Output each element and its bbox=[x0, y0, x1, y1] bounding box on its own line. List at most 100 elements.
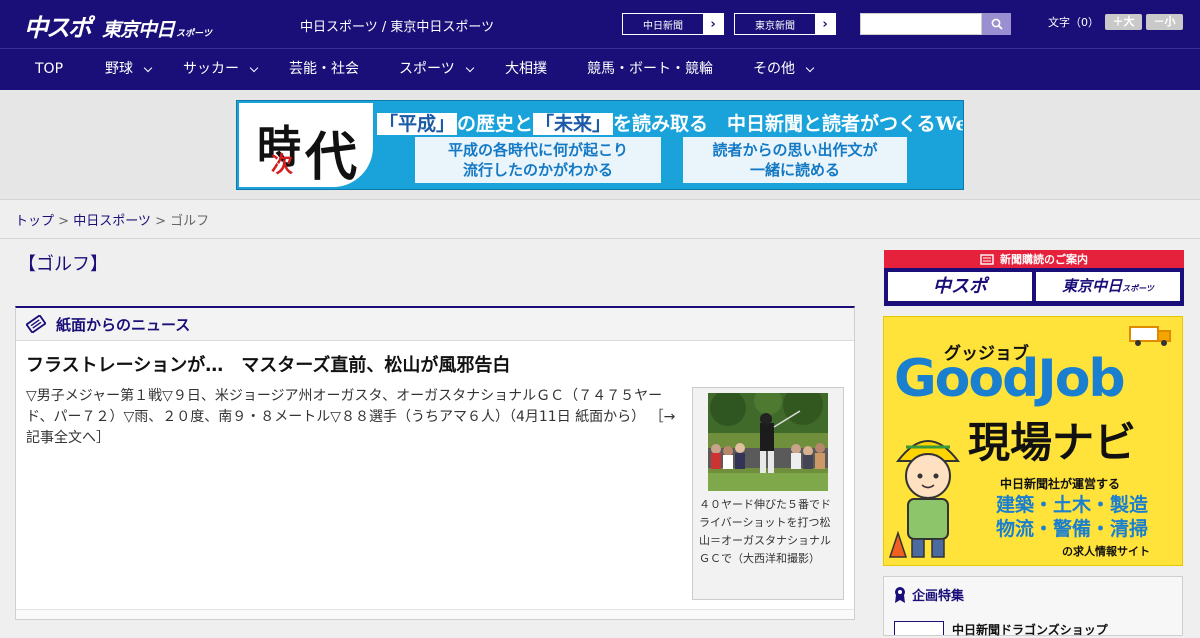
nav-label: 競馬・ボート・競輪 bbox=[587, 61, 713, 77]
goodjob-title: GoodJob bbox=[894, 349, 1126, 409]
nav-label: TOP bbox=[35, 61, 64, 77]
goodjob-categories: 建築・土木・製造 物流・警備・清掃 bbox=[996, 493, 1148, 541]
chunichi-shimbun-button[interactable]: 中日新聞 › bbox=[622, 13, 724, 35]
chevron-down-icon bbox=[143, 63, 153, 72]
photo-caption: ４０ヤード伸びた５番でドライバーショットを打つ松山＝オーガスタナショナルＧＣで（… bbox=[699, 498, 831, 565]
subscription-header: 新聞購読のご案内 bbox=[884, 250, 1184, 268]
logo-tokyo-chunichi: 東京中日 bbox=[102, 19, 175, 41]
jidai-logo: 時 次 代 bbox=[239, 103, 373, 188]
article-title-link[interactable]: フラストレーションが… マスターズ直前、松山が風邪告白 bbox=[26, 351, 510, 377]
nav-item-sumo[interactable]: 大相撲 bbox=[505, 49, 547, 90]
banner-headline: 「平成」の歴史と「未来」を読み取る 中日新聞と読者がつくるWebサイト bbox=[377, 109, 963, 136]
chevron-right-icon: › bbox=[703, 14, 723, 34]
news-panel: 紙面からのニュース フラストレーションが… マスターズ直前、松山が風邪告白 ▽男… bbox=[15, 306, 855, 620]
search-button[interactable] bbox=[982, 13, 1011, 35]
search-icon bbox=[991, 18, 1003, 30]
banner-highlight-mirai: 「未来」 bbox=[533, 113, 614, 135]
nav-item-other[interactable]: その他 bbox=[753, 49, 815, 90]
goodjob-note: 中日新聞社が運営する bbox=[1000, 477, 1121, 491]
jidai-logo-tsugi: 次 bbox=[271, 152, 294, 178]
tokyo-shimbun-button[interactable]: 東京新聞 › bbox=[734, 13, 836, 35]
news-panel-title: 紙面からのニュース bbox=[56, 315, 191, 334]
newspaper-icon bbox=[980, 253, 994, 265]
article-photo[interactable] bbox=[708, 393, 828, 491]
breadcrumb-section-link[interactable]: 中日スポーツ bbox=[73, 214, 151, 229]
logo-tokyo-small: スポーツ bbox=[176, 29, 212, 39]
banner-highlight-heisei: 「平成」 bbox=[377, 113, 458, 135]
features-header: 企画特集 bbox=[894, 585, 964, 604]
nav-item-soccer[interactable]: サッカー bbox=[183, 49, 259, 90]
subscribe-tokyo-chunichi-button[interactable]: 東京中日スポーツ bbox=[1036, 272, 1180, 301]
font-size-control: 文字（0） ＋大 －小 bbox=[1048, 14, 1183, 30]
banner-zone: 時 次 代 「平成」の歴史と「未来」を読み取る 中日新聞と読者がつくるWebサイ… bbox=[0, 90, 1200, 200]
logo-chuspo: 中スポ bbox=[24, 14, 92, 42]
feature-thumbnail bbox=[894, 621, 944, 635]
article-photo-box: ４０ヤード伸びた５番でドライバーショットを打つ松山＝オーガスタナショナルＧＣで（… bbox=[692, 387, 844, 600]
features-box: 企画特集 中日新聞ドラゴンズショップ bbox=[883, 576, 1183, 637]
tokyo-shimbun-label: 東京新聞 bbox=[755, 20, 795, 32]
golfer-photo-image bbox=[708, 393, 828, 491]
news-panel-header: 紙面からのニュース bbox=[16, 308, 854, 341]
site-links[interactable]: 中日スポーツ / 東京中日スポーツ bbox=[300, 16, 494, 35]
news-panel-footer bbox=[16, 609, 854, 619]
subscribe-tokyo-small-label: スポーツ bbox=[1122, 284, 1154, 293]
jidai-logo-dai: 代 bbox=[305, 127, 358, 188]
chevron-down-icon bbox=[805, 63, 815, 72]
nav-item-top[interactable]: TOP bbox=[35, 49, 63, 90]
nav-item-entertainment[interactable]: 芸能・社会 bbox=[289, 49, 359, 90]
truck-icon bbox=[1129, 326, 1171, 346]
breadcrumb-separator: > bbox=[150, 214, 171, 229]
construction-worker-icon bbox=[888, 440, 961, 558]
breadcrumb-divider bbox=[0, 238, 1200, 239]
banner-headline-text1: の歴史と bbox=[457, 113, 534, 135]
subscribe-chuspo-button[interactable]: 中スポ bbox=[888, 272, 1032, 301]
goodjob-subtitle: 現場ナビ bbox=[968, 418, 1137, 467]
nav-label: サッカー bbox=[183, 61, 239, 77]
subscription-title: 新聞購読のご案内 bbox=[1000, 253, 1088, 266]
nav-label: 野球 bbox=[105, 61, 133, 77]
search-input[interactable] bbox=[860, 13, 982, 35]
goodjob-categories-line: 物流・警備・清掃 bbox=[996, 518, 1149, 540]
main-nav: TOP 野球 サッカー 芸能・社会 スポーツ 大相撲 競馬・ボート・競輪 その他 bbox=[0, 48, 1200, 90]
nav-label: スポーツ bbox=[399, 61, 455, 77]
goodjob-categories-line: 建築・土木・製造 bbox=[996, 494, 1149, 516]
subscribe-tokyo-label: 東京中日 bbox=[1062, 277, 1123, 295]
nav-label: 大相撲 bbox=[505, 61, 547, 77]
chunichi-shimbun-label: 中日新聞 bbox=[643, 20, 683, 32]
features-title: 企画特集 bbox=[912, 589, 965, 604]
chevron-down-icon bbox=[465, 63, 474, 72]
nav-item-racing[interactable]: 競馬・ボート・競輪 bbox=[587, 49, 713, 90]
article-summary: ▽男子メジャー第１戦▽９日、米ジョージア州オーガスタ、オーガスタナショナルＧＣ（… bbox=[26, 386, 676, 449]
goodjob-ad[interactable]: グッジョブ GoodJob 現場ナビ 中日新聞社が運営する 建築・土木・製造 物… bbox=[883, 316, 1183, 566]
banner-box-memories: 読者からの思い出作文が 一緒に読める bbox=[683, 137, 907, 183]
font-size-label: 文字（0） bbox=[1048, 16, 1099, 29]
site-logo[interactable]: 中スポ 東京中日 スポーツ bbox=[24, 8, 212, 43]
banner-box-history: 平成の各時代に何が起こり 流行したのかがわかる bbox=[415, 137, 661, 183]
breadcrumb-separator: > bbox=[54, 214, 74, 229]
breadcrumb: トップ > 中日スポーツ > ゴルフ bbox=[15, 210, 209, 229]
article-summary-text: ▽男子メジャー第１戦▽９日、米ジョージア州オーガスタ、オーガスタナショナルＧＣ（… bbox=[26, 388, 663, 425]
banner-box-line: 一緒に読める bbox=[749, 161, 840, 179]
goodjob-footer: の求人情報サイト bbox=[1062, 545, 1150, 558]
ribbon-badge-icon bbox=[895, 586, 905, 603]
breadcrumb-current: ゴルフ bbox=[170, 214, 210, 229]
page-title: 【ゴルフ】 bbox=[18, 254, 108, 275]
top-bar: 中スポ 東京中日 スポーツ 中日スポーツ / 東京中日スポーツ 中日新聞 › 東京新… bbox=[0, 0, 1200, 48]
banner-box-line: 流行したのかがわかる bbox=[462, 161, 613, 179]
chevron-right-icon: › bbox=[815, 14, 835, 34]
banner-box-line: 読者からの思い出作文が bbox=[712, 141, 878, 159]
breadcrumb-top-link[interactable]: トップ bbox=[15, 214, 54, 229]
search-box bbox=[860, 13, 1011, 35]
newspaper-icon bbox=[26, 315, 46, 333]
jidai-banner[interactable]: 時 次 代 「平成」の歴史と「未来」を読み取る 中日新聞と読者がつくるWebサイ… bbox=[236, 100, 964, 190]
nav-label: 芸能・社会 bbox=[289, 61, 359, 77]
banner-headline-text2: を読み取る 中日新聞と読者がつくるWebサイト bbox=[613, 113, 963, 135]
nav-label: その他 bbox=[753, 61, 795, 77]
subscription-box: 新聞購読のご案内 中スポ 東京中日スポーツ bbox=[884, 250, 1184, 306]
font-bigger-button[interactable]: ＋大 bbox=[1105, 14, 1142, 30]
chevron-down-icon bbox=[249, 63, 259, 72]
font-smaller-button[interactable]: －小 bbox=[1146, 14, 1183, 30]
banner-box-line: 平成の各時代に何が起こり bbox=[447, 141, 628, 159]
nav-item-baseball[interactable]: 野球 bbox=[105, 49, 153, 90]
nav-item-sports[interactable]: スポーツ bbox=[399, 49, 474, 90]
